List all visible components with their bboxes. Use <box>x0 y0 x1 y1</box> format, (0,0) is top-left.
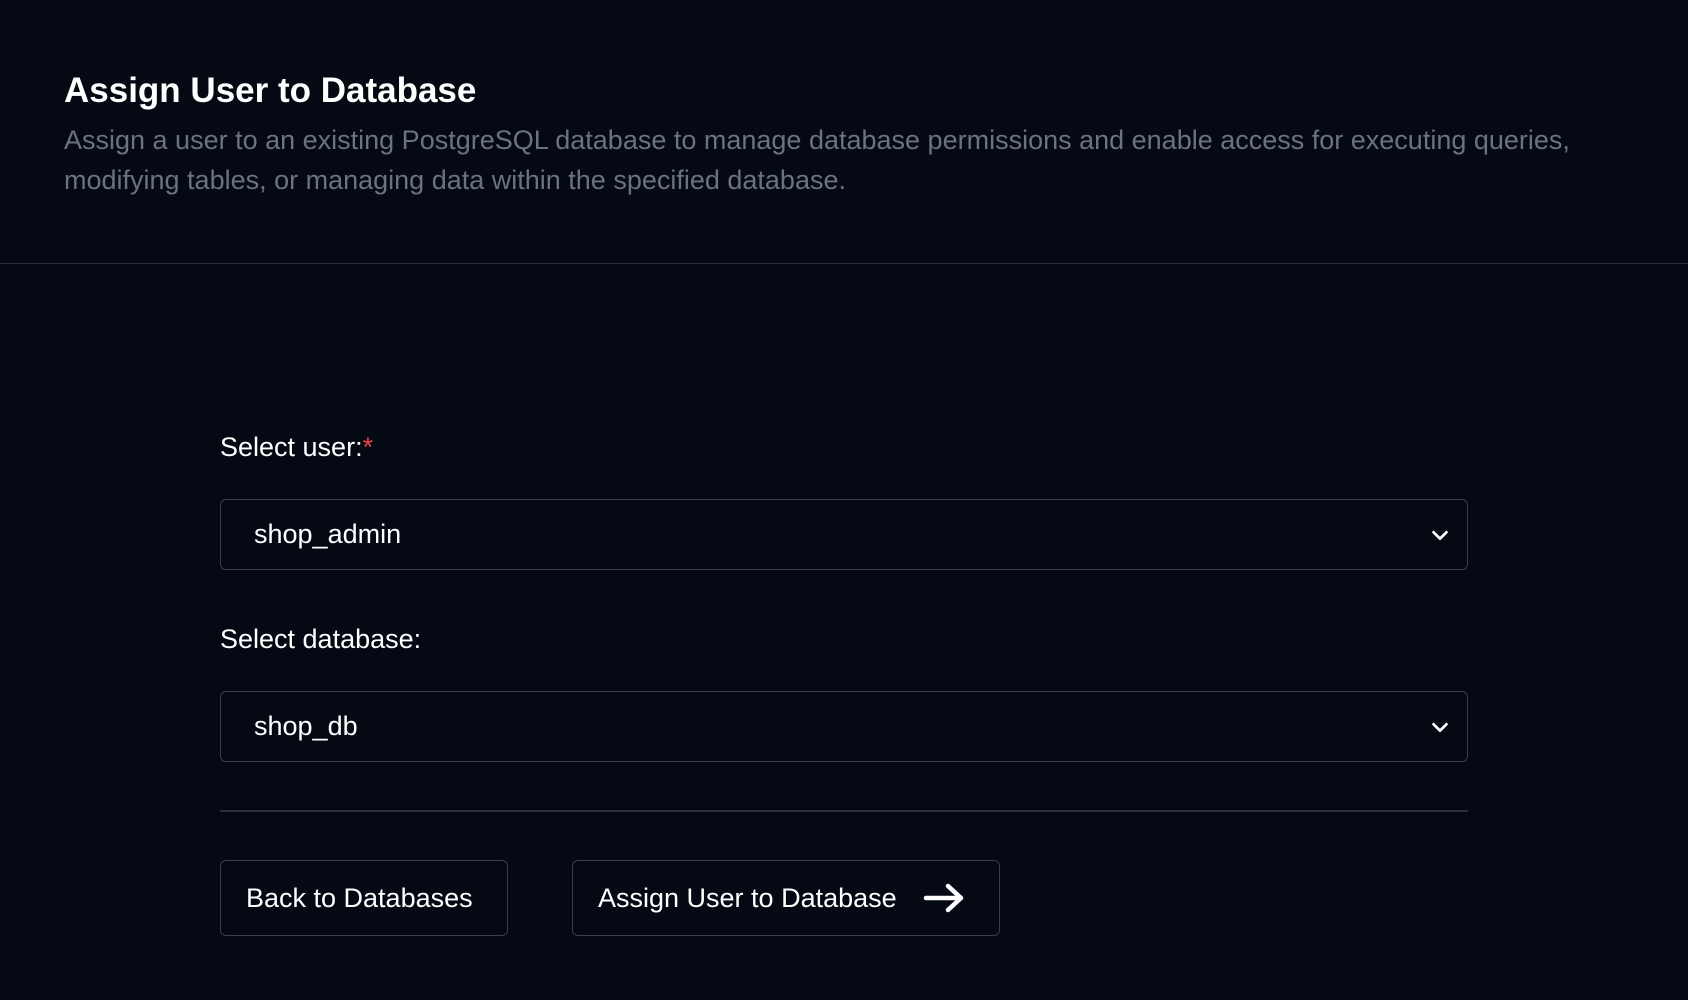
chevron-down-icon <box>1432 530 1448 541</box>
page-title: Assign User to Database <box>64 71 477 110</box>
user-select[interactable]: shop_admin <box>220 499 1468 570</box>
page-header: Assign User to Database Assign a user to… <box>0 0 1688 264</box>
assign-user-label: Assign User to Database <box>598 882 897 913</box>
database-select-value: shop_db <box>254 711 358 741</box>
back-to-databases-label: Back to Databases <box>246 882 473 913</box>
user-select-value: shop_admin <box>254 519 402 549</box>
back-to-databases-button[interactable]: Back to Databases <box>220 860 508 936</box>
page-description: Assign a user to an existing PostgreSQL … <box>64 125 1570 195</box>
required-asterisk: * <box>362 432 374 462</box>
chevron-down-icon <box>1432 722 1448 733</box>
arrow-right-icon <box>923 883 963 913</box>
form-divider <box>220 810 1468 812</box>
select-database-label: Select database: <box>220 624 422 654</box>
assign-user-button[interactable]: Assign User to Database <box>572 860 1000 936</box>
select-user-label: Select user:* <box>220 430 373 464</box>
select-user-label-text: Select user: <box>220 432 363 462</box>
database-select[interactable]: shop_db <box>220 691 1468 762</box>
